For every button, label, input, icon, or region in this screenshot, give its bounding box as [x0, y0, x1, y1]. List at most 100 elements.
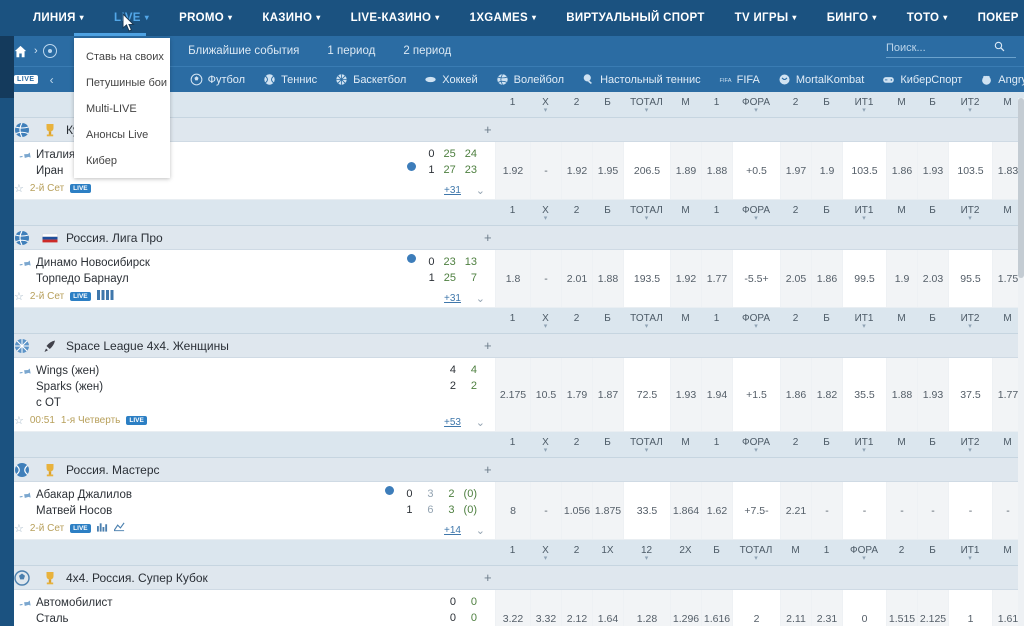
column-header-1[interactable]: 1	[495, 437, 530, 453]
more-markets-link[interactable]: +31	[444, 293, 461, 304]
odds-cell[interactable]: 72.5	[623, 358, 670, 431]
expand-league-button[interactable]: +	[484, 570, 492, 585]
odds-cell[interactable]: 1.95	[592, 142, 623, 199]
odds-cell[interactable]: 2.03	[917, 250, 948, 307]
sport-tab-fifa[interactable]: FIFAFIFA	[710, 73, 769, 86]
column-header-Б[interactable]: Б	[917, 97, 948, 113]
favorite-star-icon[interactable]: ☆	[14, 290, 24, 303]
odds-cell[interactable]: 2.21	[780, 482, 811, 539]
column-header-М[interactable]: М	[670, 313, 701, 329]
column-header-X[interactable]: X▾	[530, 97, 561, 113]
live-stream-icon[interactable]: LIVE	[126, 416, 146, 425]
odds-cell[interactable]: +0.5	[732, 142, 780, 199]
odds-cell[interactable]: 103.5	[948, 142, 992, 199]
odds-cell[interactable]: 1.86	[780, 358, 811, 431]
nav-item-покер[interactable]: ПОКЕР	[963, 0, 1024, 36]
dropdown-item-4[interactable]: Анонсы Live	[74, 122, 170, 148]
odds-cell[interactable]: 1.79	[561, 358, 592, 431]
odds-cell[interactable]: 0	[842, 590, 886, 626]
column-header-М[interactable]: М	[780, 545, 811, 561]
chevron-left-icon[interactable]: ‹	[50, 73, 54, 87]
column-header-Б[interactable]: Б	[592, 313, 623, 329]
odds-cell[interactable]: 193.5	[623, 250, 670, 307]
odds-cell[interactable]: 1.8	[495, 250, 530, 307]
odds-cell[interactable]: 1.62	[701, 482, 732, 539]
odds-cell[interactable]: 1.28	[623, 590, 670, 626]
nav-item-казино[interactable]: КАЗИНО▾	[247, 0, 335, 36]
column-header-2[interactable]: 2	[561, 545, 592, 561]
column-header-М[interactable]: М	[886, 313, 917, 329]
odds-cell[interactable]: 1.616	[701, 590, 732, 626]
column-header-Б[interactable]: Б	[592, 205, 623, 221]
scrollbar-thumb[interactable]	[1018, 98, 1024, 278]
column-header-М[interactable]: М	[886, 205, 917, 221]
odds-cell[interactable]: 206.5	[623, 142, 670, 199]
expand-league-button[interactable]: +	[484, 230, 492, 245]
trend-graph-icon[interactable]	[114, 522, 125, 535]
column-header-ФОРА[interactable]: ФОРА▾	[732, 205, 780, 221]
odds-cell[interactable]: 2.01	[561, 250, 592, 307]
column-header-ТОТАЛ[interactable]: ТОТАЛ▾	[623, 97, 670, 113]
nav-item-live-казино[interactable]: LIVE-КАЗИНО▾	[336, 0, 455, 36]
odds-cell[interactable]: -	[948, 482, 992, 539]
live-stream-icon[interactable]: LIVE	[70, 184, 90, 193]
column-header-2[interactable]: 2	[780, 205, 811, 221]
expand-league-button[interactable]: +	[484, 338, 492, 353]
column-header-1[interactable]: 1	[811, 545, 842, 561]
odds-cell[interactable]: 1.87	[592, 358, 623, 431]
search-box[interactable]	[886, 41, 1016, 58]
column-header-М[interactable]: М	[670, 97, 701, 113]
favorite-star-icon[interactable]: ☆	[14, 182, 24, 195]
odds-cell[interactable]: 35.5	[842, 358, 886, 431]
column-header-М[interactable]: М	[886, 97, 917, 113]
expand-row-chevron-icon[interactable]: ⌄	[476, 524, 485, 537]
column-header-ИТ1[interactable]: ИТ1▾	[842, 97, 886, 113]
column-header-Б[interactable]: Б	[592, 97, 623, 113]
pin-icon[interactable]	[17, 488, 34, 506]
expand-row-chevron-icon[interactable]: ⌄	[476, 292, 485, 305]
sport-tab-теннис[interactable]: Теннис	[254, 73, 326, 86]
column-header-ТОТАЛ[interactable]: ТОТАЛ▾	[623, 437, 670, 453]
nav-item-1xgames[interactable]: 1XGAMES▾	[455, 0, 552, 36]
odds-cell[interactable]: 2.31	[811, 590, 842, 626]
column-header-X[interactable]: X▾	[530, 205, 561, 221]
column-header-ИТ2[interactable]: ИТ2▾	[948, 97, 992, 113]
sport-tab-хоккей[interactable]: Хоккей	[415, 73, 486, 86]
column-header-1[interactable]: 1	[495, 313, 530, 329]
odds-cell[interactable]: 1.94	[701, 358, 732, 431]
odds-cell[interactable]: 1.864	[670, 482, 701, 539]
column-header-Б[interactable]: Б	[917, 205, 948, 221]
odds-cell[interactable]: -	[842, 482, 886, 539]
column-header-1X[interactable]: 1X	[592, 545, 623, 561]
odds-cell[interactable]: 99.5	[842, 250, 886, 307]
event-row[interactable]: АвтомобилистСталь☆04:001-й ТаймLIVE0000+…	[0, 590, 1024, 626]
column-header-1[interactable]: 1	[701, 313, 732, 329]
odds-cell[interactable]: 1.86	[811, 250, 842, 307]
nav-item-бинго[interactable]: БИНГО▾	[812, 0, 892, 36]
breadcrumb-tab-2[interactable]: Ближайшие события	[174, 36, 313, 66]
sport-tab-волейбол[interactable]: Волейбол	[487, 73, 574, 86]
odds-cell[interactable]: 33.5	[623, 482, 670, 539]
odds-cell[interactable]: 8	[495, 482, 530, 539]
live-stream-icon[interactable]: LIVE	[70, 292, 90, 301]
odds-cell[interactable]: +7.5-	[732, 482, 780, 539]
sport-tab-mortalkombat[interactable]: MortalKombat	[769, 73, 873, 86]
odds-cell[interactable]: 1.875	[592, 482, 623, 539]
expand-league-button[interactable]: +	[484, 462, 492, 477]
odds-cell[interactable]: -5.5+	[732, 250, 780, 307]
column-header-Б[interactable]: Б	[917, 437, 948, 453]
odds-cell[interactable]: 1.77	[701, 250, 732, 307]
odds-cell[interactable]: 1.82	[811, 358, 842, 431]
league-header[interactable]: Россия. Мастерс+	[0, 458, 1024, 482]
odds-cell[interactable]: 1.93	[670, 358, 701, 431]
nav-item-тото[interactable]: ТОТО▾	[892, 0, 963, 36]
league-header[interactable]: Space League 4x4. Женщины+	[0, 334, 1024, 358]
column-header-М[interactable]: М	[670, 205, 701, 221]
odds-cell[interactable]: 1.92	[561, 142, 592, 199]
expand-row-chevron-icon[interactable]: ⌄	[476, 416, 485, 429]
odds-cell[interactable]: 1.93	[917, 142, 948, 199]
odds-cell[interactable]: 2.175	[495, 358, 530, 431]
dropdown-item-1[interactable]: Ставь на своих	[74, 44, 170, 70]
odds-cell[interactable]: 1.64	[592, 590, 623, 626]
soccer-ball-icon[interactable]	[43, 44, 57, 58]
